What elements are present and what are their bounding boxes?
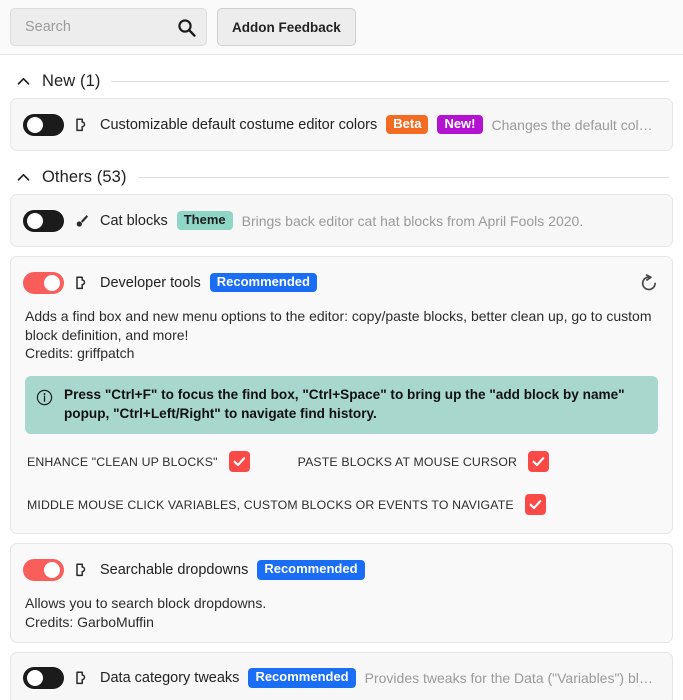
addon-enable-toggle[interactable] [23,558,64,581]
addon-header-row: Searchable dropdowns Recommended [23,554,660,585]
toggle-knob [44,561,60,578]
addon-notice-text: Press "Ctrl+F" to focus the find box, "C… [64,386,625,421]
addon-settings-row: ENHANCE "CLEAN UP BLOCKS" PASTE BLOCKS A… [27,451,656,473]
addon-card-data-category-tweaks[interactable]: Data category tweaks Recommended Provide… [10,651,673,700]
section-header-new[interactable]: New (1) [10,64,673,98]
addon-enable-toggle[interactable] [23,667,64,690]
addon-credits: Credits: GarboMuffin [25,613,154,630]
addon-credits: Credits: griffpatch [25,345,135,362]
setting-checkbox[interactable] [524,494,546,516]
addon-enable-toggle[interactable] [23,113,64,136]
addon-settings: ENHANCE "CLEAN UP BLOCKS" PASTE BLOCKS A… [23,451,660,523]
addon-short-description: Changes the default colors a… [491,116,661,133]
addon-header-row: Customizable default costume editor colo… [23,109,660,140]
addon-name: Data category tweaks [100,670,240,687]
puzzle-piece-icon [73,669,91,687]
addon-header-row: Cat blocks Theme Brings back editor cat … [23,205,660,236]
section-title: New (1) [42,71,101,90]
setting-middle-mouse-click-navigate[interactable]: MIDDLE MOUSE CLICK VARIABLES, CUSTOM BLO… [27,494,546,516]
addon-notice: Press "Ctrl+F" to focus the find box, "C… [25,375,658,435]
section-header-others[interactable]: Others (53) [10,160,673,194]
badge-recommended: Recommended [209,272,317,293]
addon-description: Adds a find box and new menu options to … [23,307,660,363]
setting-label: ENHANCE "CLEAN UP BLOCKS" [27,454,218,469]
setting-enhance-clean-up-blocks[interactable]: ENHANCE "CLEAN UP BLOCKS" [27,451,250,473]
search-box[interactable] [10,8,207,46]
toggle-knob [27,212,43,229]
addon-name: Cat blocks [100,212,168,229]
toggle-knob [27,116,43,133]
section-divider [111,80,669,82]
addon-name: Customizable default costume editor colo… [100,116,378,133]
addon-feedback-button[interactable]: Addon Feedback [217,8,356,46]
addon-card-customizable-default-costume-editor-colors[interactable]: Customizable default costume editor colo… [10,98,673,151]
section-title: Others (53) [42,167,127,186]
addon-short-description: Brings back editor cat hat blocks from A… [241,212,584,229]
chevron-up-icon[interactable] [16,74,31,89]
addon-card-cat-blocks[interactable]: Cat blocks Theme Brings back editor cat … [10,194,673,247]
addon-header-row: Data category tweaks Recommended Provide… [23,663,660,694]
addon-enable-toggle[interactable] [23,271,64,294]
addon-enable-toggle[interactable] [23,209,64,232]
addon-description-text: Adds a find box and new menu options to … [25,308,652,343]
badge-theme: Theme [176,210,233,231]
reset-arrow-icon[interactable] [638,272,660,294]
badge-recommended: Recommended [248,668,356,689]
toolbar: Addon Feedback [0,0,683,55]
search-icon[interactable] [177,18,196,37]
addon-card-searchable-dropdowns[interactable]: Searchable dropdowns Recommended Allows … [10,543,673,643]
addon-header-row: Developer tools Recommended [23,267,660,298]
section-divider [137,176,669,178]
setting-checkbox[interactable] [528,451,550,473]
puzzle-piece-icon [73,116,91,134]
badge-recommended: Recommended [257,559,365,580]
addon-name: Searchable dropdowns [100,561,249,578]
addon-card-developer-tools[interactable]: Developer tools Recommended Adds a find … [10,256,673,535]
badge-new: New! [437,114,483,135]
setting-checkbox[interactable] [228,451,250,473]
toggle-knob [27,670,43,687]
setting-label: PASTE BLOCKS AT MOUSE CURSOR [297,454,518,469]
setting-paste-blocks-at-mouse-cursor[interactable]: PASTE BLOCKS AT MOUSE CURSOR [297,451,550,473]
addon-settings-row: MIDDLE MOUSE CLICK VARIABLES, CUSTOM BLO… [27,494,656,516]
addon-settings-page: Addon Feedback New (1) [0,0,683,700]
chevron-up-icon[interactable] [16,170,31,185]
paintbrush-icon [73,212,91,230]
addon-name: Developer tools [100,274,201,291]
search-input[interactable] [23,9,173,45]
badge-beta: Beta [386,114,429,135]
toggle-knob [44,274,60,291]
puzzle-piece-icon [73,274,91,292]
info-circle-icon [36,389,53,406]
setting-label: MIDDLE MOUSE CLICK VARIABLES, CUSTOM BLO… [27,497,514,512]
addon-description: Allows you to search block dropdowns. Cr… [23,594,660,631]
addon-description-text: Allows you to search block dropdowns. [25,595,267,612]
puzzle-piece-icon [73,561,91,579]
addon-list: New (1) Customizable default costume edi… [0,64,683,700]
addon-short-description: Provides tweaks for the Data ("Variables… [364,670,660,687]
